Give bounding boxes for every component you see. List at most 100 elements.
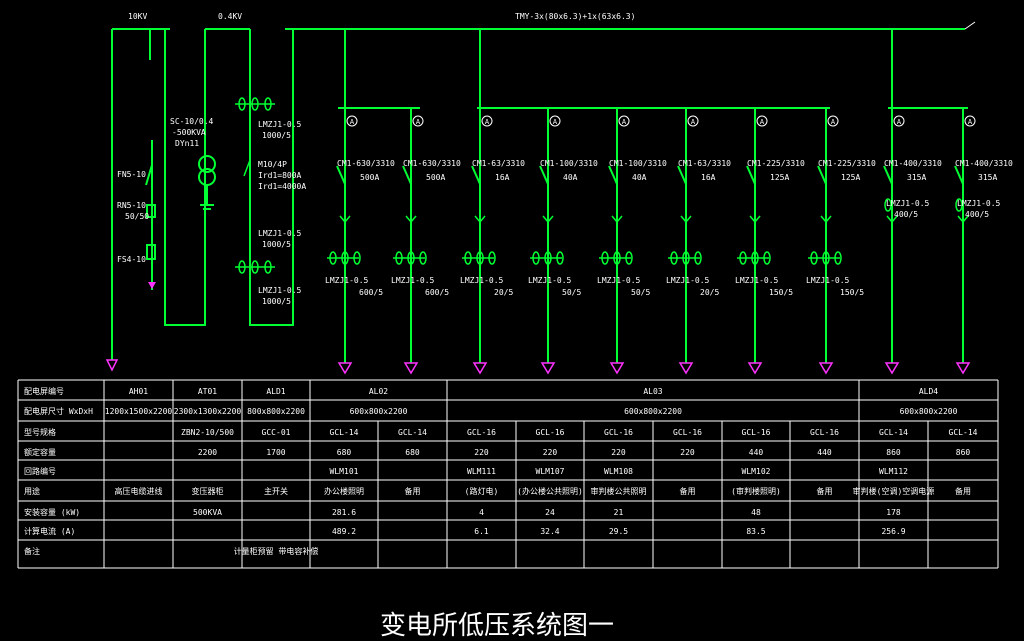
- incoming-ct-mid-model: LMZJ1-0.5: [258, 229, 302, 238]
- feeder-ct-ratio: 150/5: [769, 288, 793, 297]
- breaker-symbol: [883, 165, 893, 185]
- table-cell: 220: [611, 448, 626, 457]
- feeder-ct-model: LMZJ1-0.5: [597, 276, 641, 285]
- ammeter-letter: A: [485, 118, 490, 126]
- table-cell: 审判楼(空调)空调电源: [853, 486, 935, 496]
- table-cell: 6.1: [474, 527, 489, 536]
- ammeter-letter: A: [760, 118, 765, 126]
- feeder-ct-ratio: 20/5: [494, 288, 513, 297]
- fs-arrester-label: FS4-10: [117, 255, 146, 264]
- feeder-ct-ratio: 600/5: [359, 288, 383, 297]
- ammeter-letter: A: [897, 118, 902, 126]
- panel-size: 600x800x2200: [900, 407, 958, 416]
- feeder-ct-model: LMZJ1-0.5: [325, 276, 369, 285]
- table-cell: GCL-16: [604, 428, 633, 437]
- table-cell: 680: [405, 448, 420, 457]
- table-cell: (路灯电): [465, 486, 499, 496]
- feeder-breaker-model: CM1-63/3310: [472, 159, 525, 168]
- feeder-ct-model: LMZJ1-0.5: [666, 276, 710, 285]
- ammeter-letter: A: [416, 118, 421, 126]
- current-transformer-symbol: [393, 251, 427, 265]
- table-cell: GCL-14: [398, 428, 427, 437]
- table-cell: WLM102: [742, 467, 771, 476]
- table-cell: GCL-16: [467, 428, 496, 437]
- feeder-breaker-rating: 125A: [841, 173, 860, 182]
- feeder-breaker-model: CM1-400/3310: [884, 159, 942, 168]
- breaker-symbol: [677, 165, 687, 185]
- row-header: 备注: [24, 546, 40, 556]
- table-cell: 变压器柜: [192, 486, 224, 496]
- feeder-ct-model: LMZJ1-0.5: [391, 276, 435, 285]
- table-cell: GCL-16: [810, 428, 839, 437]
- ammeter-letter: A: [968, 118, 973, 126]
- table-cell: 220: [474, 448, 489, 457]
- table-cell: 440: [817, 448, 832, 457]
- feeder-breaker-rating: 125A: [770, 173, 789, 182]
- table-cell: 680: [337, 448, 352, 457]
- feeder-9: A CM1-400/3310 315A LMZJ1-0.5 400/5: [883, 108, 942, 375]
- current-transformer-symbol: [737, 251, 771, 265]
- breaker-symbol: [817, 165, 827, 185]
- rn-fuse-label-2: 50/50: [125, 212, 149, 221]
- feeder-ct-model: LMZJ1-0.5: [735, 276, 779, 285]
- breaker-symbol: [402, 165, 412, 185]
- table-cell: WLM101: [330, 467, 359, 476]
- feeder-ct-ratio: 50/5: [631, 288, 650, 297]
- transformer-label-3: DYn11: [175, 139, 199, 148]
- table-cell: 24: [545, 508, 555, 517]
- feeder-breaker-rating: 16A: [701, 173, 716, 182]
- table-cell: 256.9: [881, 527, 905, 536]
- main-bus-label: TMY-3x(80x6.3)+1x(63x6.3): [515, 12, 635, 21]
- drawing-title: 变电所低压系统图一: [380, 611, 614, 641]
- table-cell: ZBN2-10/500: [181, 428, 234, 437]
- breaker-symbol: [471, 165, 481, 185]
- panel-id: ALD1: [266, 387, 285, 396]
- row-header: 用途: [24, 486, 40, 496]
- table-cell: 220: [680, 448, 695, 457]
- table-cell: 主开关: [264, 486, 288, 496]
- feeder-breaker-model: CM1-63/3310: [678, 159, 731, 168]
- feeder-5: A CM1-100/3310 40A LMZJ1-0.5 50/5: [597, 108, 667, 375]
- low-voltage-system-diagram: A 10KV 0.4KV TMY-3x(80x6.3)+1x(63x6.3) S…: [17, 12, 1013, 641]
- table-cell: WLM107: [536, 467, 565, 476]
- current-transformer-symbol: [327, 251, 361, 265]
- feeder-breaker-model: CM1-630/3310: [403, 159, 461, 168]
- load-arrow: [403, 362, 419, 375]
- load-arrow: [472, 362, 488, 375]
- table-cell: 4: [479, 508, 484, 517]
- panel-size: 1200x1500x2200: [105, 407, 173, 416]
- table-cell: 220: [543, 448, 558, 457]
- breaker-symbol: [336, 165, 346, 185]
- ammeter-letter: A: [831, 118, 836, 126]
- feeder-breaker-rating: 40A: [632, 173, 647, 182]
- feeder-breaker-model: CM1-630/3310: [337, 159, 395, 168]
- lv-bus-label: 0.4KV: [218, 12, 242, 21]
- hv-section: [111, 29, 294, 360]
- current-transformer-symbol: [808, 251, 842, 265]
- table-cell: 备用: [955, 486, 971, 496]
- incoming-breaker-setting-1: Ird1=800A: [258, 171, 302, 180]
- cad-drawing-canvas: A 10KV 0.4KV TMY-3x(80x6.3)+1x(63x6.3) S…: [0, 0, 1024, 641]
- load-arrow: [747, 362, 763, 375]
- breaker-symbol: [608, 165, 618, 185]
- table-cell: GCL-16: [742, 428, 771, 437]
- table-cell: 32.4: [540, 527, 559, 536]
- panel-id: AL02: [369, 387, 388, 396]
- table-cell: 440: [749, 448, 764, 457]
- load-arrow: [609, 362, 625, 375]
- breaker-symbol: [539, 165, 549, 185]
- table-cell: 860: [956, 448, 971, 457]
- incoming-ct-mid-ratio: 1000/5: [262, 240, 291, 249]
- panel-id: AH01: [129, 387, 148, 396]
- table-cell: 860: [886, 448, 901, 457]
- panel-id: AT01: [198, 387, 217, 396]
- feeder-8: A CM1-225/3310 125A LMZJ1-0.5 150/5: [806, 108, 876, 375]
- feeder-breaker-rating: 315A: [978, 173, 997, 182]
- row-header: 计算电流 (A): [24, 526, 75, 536]
- feeder-risers: [344, 29, 893, 108]
- current-transformer-symbol: [599, 251, 633, 265]
- feeder-ct-model: LMZJ1-0.5: [460, 276, 504, 285]
- panel-size: 600x800x2200: [350, 407, 408, 416]
- incoming-ct-bottom-model: LMZJ1-0.5: [258, 286, 302, 295]
- table-cell: GCL-16: [673, 428, 702, 437]
